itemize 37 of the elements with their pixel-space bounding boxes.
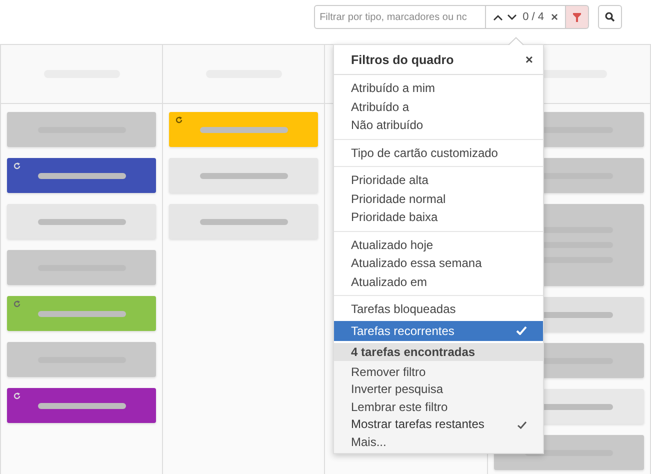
filter-option[interactable]: Prioridade baixa — [334, 208, 543, 226]
filter-option[interactable]: Tarefas recorrentes — [334, 320, 543, 340]
clear-button[interactable]: × — [548, 10, 561, 24]
menu-item[interactable]: Remover filtro — [334, 364, 543, 381]
filter-option[interactable]: Atualizado em — [334, 272, 543, 291]
filter-option[interactable]: Atribuído a mim — [334, 79, 543, 98]
chevron-down-icon[interactable] — [506, 14, 517, 20]
menu-item[interactable]: Mais... — [334, 434, 543, 451]
results-header: 4 tarefas encontradas — [334, 342, 543, 360]
result-counter: 0 / 4 — [522, 11, 544, 23]
task-card[interactable] — [7, 158, 156, 193]
chevron-up-icon[interactable] — [492, 14, 503, 20]
refresh-icon — [13, 162, 21, 170]
search-button[interactable] — [598, 5, 622, 29]
filter-option[interactable]: Não atribuído — [334, 116, 543, 134]
filter-option[interactable]: Tipo de cartão customizado — [334, 144, 543, 162]
filter-option[interactable]: Atualizado essa semana — [334, 254, 543, 272]
close-button[interactable]: × — [523, 52, 535, 67]
menu-title: Filtros do quadro — [351, 52, 454, 66]
menu-item[interactable]: Inverter pesquisa — [334, 381, 543, 398]
filter-option[interactable]: Prioridade normal — [334, 190, 543, 208]
filter-field[interactable]: Filtrar por tipo, marcadores ou nc — [314, 5, 486, 29]
filter-option[interactable]: Atribuído a — [334, 98, 543, 116]
checkmark-icon — [516, 326, 527, 335]
task-card[interactable] — [7, 388, 156, 423]
filter-option[interactable]: Tarefas bloqueadas — [334, 300, 543, 318]
search-icon — [605, 12, 615, 22]
refresh-icon — [13, 300, 21, 308]
refresh-icon — [13, 392, 21, 400]
filter-option[interactable]: Atualizado hoje — [334, 236, 543, 254]
filter-option[interactable]: Prioridade alta — [334, 171, 543, 190]
checkmark-icon — [517, 420, 527, 429]
filter-button[interactable] — [566, 5, 589, 29]
menu-item[interactable]: Lembrar este filtro — [334, 398, 543, 416]
refresh-icon — [175, 116, 183, 124]
menu-item[interactable]: Mostrar tarefas restantes — [334, 416, 543, 434]
funnel-icon — [573, 12, 581, 22]
